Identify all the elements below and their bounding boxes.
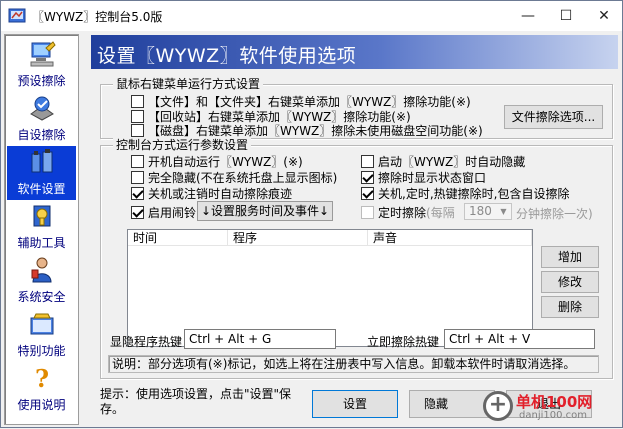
sidebar-item-special-feature[interactable]: 特别功能 (7, 308, 76, 362)
add-button[interactable]: 增加 (541, 246, 599, 268)
site-watermark: + 单机100网 danji100.com (479, 389, 623, 429)
maximize-button[interactable]: ☐ (546, 1, 586, 31)
checkbox-box[interactable] (361, 154, 374, 168)
checkbox-label: 关机,定时,热键擦除时,包含自设擦除 (378, 186, 570, 201)
auto-hide-on-start-checkbox[interactable]: 启动〖WYWZ〗时自动隐藏 (361, 153, 525, 169)
svg-text:?: ? (35, 364, 49, 392)
title-bar[interactable]: 〖WYWZ〗控制台5.0版 — ☐ ✕ (1, 1, 622, 31)
checkbox-label: 启动〖WYWZ〗时自动隐藏 (378, 154, 526, 169)
checkbox-box[interactable] (361, 186, 374, 200)
window-title: 〖WYWZ〗控制台5.0版 (32, 10, 163, 24)
footer-hint: 提示：使用选项设置，点击"设置"保存。 (100, 387, 292, 416)
checkbox-box[interactable] (131, 205, 144, 219)
help-icon: ? (35, 364, 49, 392)
checkbox-box[interactable] (361, 205, 374, 219)
checkbox-label: 开机自动运行〖WYWZ〗(※) (148, 154, 303, 169)
security-icon (31, 257, 52, 283)
set-button[interactable]: 设置 (312, 390, 398, 418)
page-title: 设置〖WYWZ〗软件使用选项 (97, 45, 357, 67)
sidebar-item-tools[interactable]: 辅助工具 (7, 200, 76, 254)
sidebar-item-custom-erase[interactable]: 自设擦除 (7, 92, 76, 146)
checkbox-label: 启用闹铃 (148, 205, 197, 220)
special-feature-icon (30, 313, 54, 335)
edit-button[interactable]: 修改 (541, 271, 599, 293)
file-erase-options-button[interactable]: 文件擦除选项... (504, 105, 603, 129)
show-hide-hotkey-label: 显隐程序热键 (110, 335, 183, 349)
sidebar-item-label: 自设擦除 (17, 128, 66, 142)
fully-hide-checkbox[interactable]: 完全隐藏(不在系统托盘上显示图标) (131, 169, 337, 185)
checkbox-box[interactable] (131, 154, 144, 168)
erase-now-hotkey-label: 立即擦除热键 (367, 335, 440, 349)
table-header: 时间 程序 声音 (128, 230, 532, 246)
preset-erase-icon (30, 41, 56, 67)
checkbox-label: 完全隐藏(不在系统托盘上显示图标) (148, 170, 338, 185)
checkbox-label: 关机或注销时自动擦除痕迹 (148, 186, 293, 201)
custom-erase-icon (30, 96, 54, 121)
sidebar-item-label: 特别功能 (17, 344, 66, 358)
autostart-checkbox[interactable]: 开机自动运行〖WYWZ〗(※) (131, 153, 303, 169)
checkbox-box[interactable] (131, 109, 144, 123)
sidebar-item-security[interactable]: 系统安全 (7, 254, 76, 308)
checkbox-box[interactable] (131, 170, 144, 184)
sidebar-item-label: 使用说明 (17, 398, 66, 412)
show-status-window-checkbox[interactable]: 擦除时显示状态窗口 (361, 169, 486, 185)
include-custom-erase-checkbox[interactable]: 关机,定时,热键擦除时,包含自设擦除 (361, 185, 569, 201)
timed-erase-checkbox[interactable]: 定时擦除 (每隔 (361, 204, 455, 220)
enable-alarm-checkbox[interactable]: 启用闹铃 (131, 204, 196, 220)
sidebar-item-preset-erase[interactable]: 预设擦除 (7, 38, 76, 92)
sidebar-item-label: 软件设置 (17, 182, 66, 196)
sidebar-item-software-settings[interactable]: 软件设置 (7, 146, 76, 200)
app-icon (8, 8, 26, 23)
delete-button[interactable]: 删除 (541, 296, 599, 318)
disk-context-checkbox[interactable]: 【磁盘】右键菜单添加〖WYWZ〗擦除未使用磁盘空间功能(※) (131, 122, 483, 138)
interval-prefix: (每隔 (426, 205, 455, 220)
show-hide-hotkey-input[interactable]: Ctrl + Alt + G (184, 329, 336, 349)
close-button[interactable]: ✕ (584, 1, 623, 31)
page-banner: 设置〖WYWZ〗软件使用选项 (91, 35, 618, 69)
settings-note: 说明：部分选项有(※)标记，如选上将在注册表中写入信息。卸载本软件时请取消选择。 (108, 355, 599, 373)
checkbox-label: 擦除时显示状态窗口 (378, 170, 487, 185)
set-service-time-button[interactable]: ↓设置服务时间及事件↓ (197, 201, 333, 221)
software-settings-icon (31, 149, 53, 173)
checkbox-label: 定时擦除 (378, 205, 427, 220)
watermark-text: 单机100网 (516, 393, 593, 411)
checkbox-box[interactable] (131, 123, 144, 137)
sidebar-item-label: 系统安全 (17, 290, 66, 304)
column-header-program[interactable]: 程序 (228, 230, 368, 246)
checkbox-box[interactable] (361, 170, 374, 184)
sidebar-item-label: 辅助工具 (17, 236, 66, 250)
interval-value: 180 (469, 204, 492, 218)
column-header-time[interactable]: 时间 (128, 230, 228, 246)
group-legend: 鼠标右键菜单运行方式设置 (113, 77, 264, 91)
sidebar: 预设擦除 自设擦除 软件设置 辅助工具 系统安全 特别功能 ? 使用说明 (4, 34, 79, 425)
erase-now-hotkey-input[interactable]: Ctrl + Alt + V (444, 329, 595, 349)
chevron-down-icon: ▼ (500, 207, 507, 216)
interval-suffix: 分钟擦除一次) (516, 207, 593, 221)
minimize-button[interactable]: — (508, 1, 548, 31)
erase-on-shutdown-checkbox[interactable]: 关机或注销时自动擦除痕迹 (131, 185, 292, 201)
main-window: 〖WYWZ〗控制台5.0版 — ☐ ✕ 预设擦除 自设擦除 软件设置 辅助工具 … (0, 0, 623, 428)
checkbox-box[interactable] (131, 94, 144, 108)
group-legend: 控制台方式运行参数设置 (113, 138, 252, 152)
watermark-subtext: danji100.com (519, 410, 587, 421)
column-header-sound[interactable]: 声音 (368, 230, 532, 246)
tools-icon (33, 205, 51, 227)
checkbox-label: 【磁盘】右键菜单添加〖WYWZ〗擦除未使用磁盘空间功能(※) (148, 123, 483, 138)
sidebar-item-help[interactable]: ? 使用说明 (7, 362, 76, 416)
plus-icon: + (488, 392, 508, 417)
interval-select[interactable]: 180 ▼ (464, 203, 512, 220)
sidebar-item-label: 预设擦除 (17, 74, 66, 88)
checkbox-box[interactable] (131, 186, 144, 200)
